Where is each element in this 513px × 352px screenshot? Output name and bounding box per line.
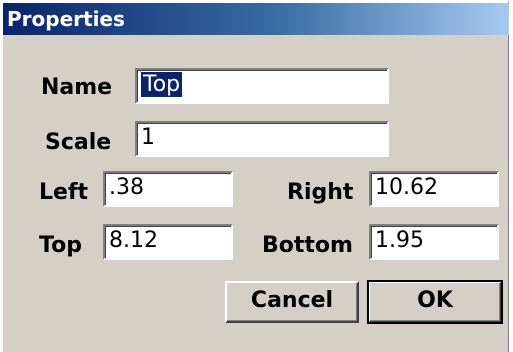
properties-dialog: Properties Name Top Scale 1 Left .38 Rig… [0,0,509,352]
cancel-button[interactable]: Cancel [225,281,359,323]
right-input[interactable]: 10.62 [369,171,499,207]
dialog-title-bar[interactable]: Properties [3,3,509,35]
ok-button[interactable]: OK [367,280,503,324]
dialog-title: Properties [7,7,125,31]
name-value-selected: Top [141,72,183,97]
right-label: Right [287,180,354,205]
left-label: Left [39,180,89,205]
scale-input[interactable]: 1 [135,121,389,157]
bottom-input[interactable]: 1.95 [369,224,499,260]
bottom-label: Bottom [262,233,353,258]
name-input[interactable]: Top [135,68,389,104]
top-label: Top [39,233,82,258]
top-input[interactable]: 8.12 [103,224,233,260]
name-label: Name [41,75,113,100]
left-input[interactable]: .38 [103,171,233,207]
scale-label: Scale [45,130,112,155]
